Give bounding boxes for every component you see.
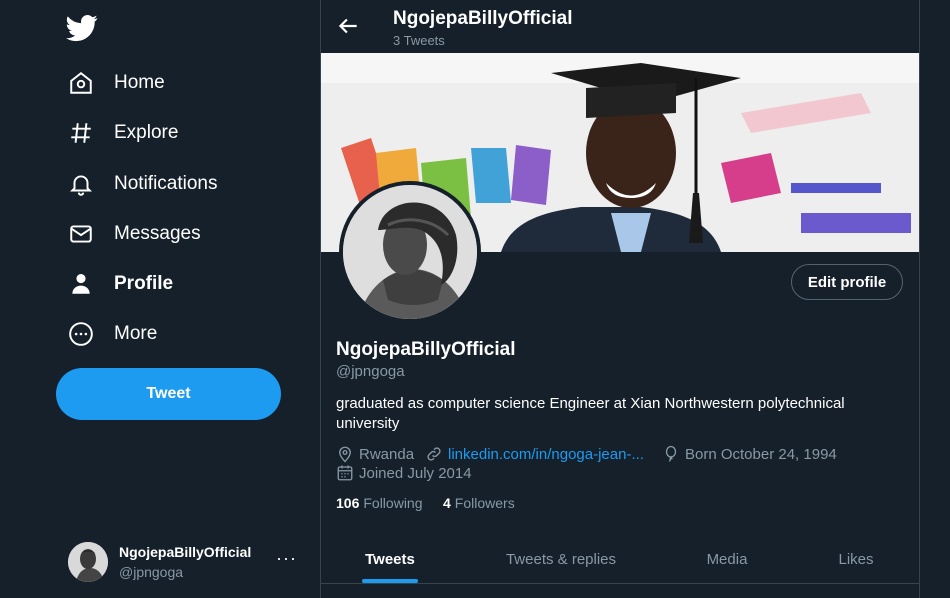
nav-home-label: Home [114,72,165,93]
followers-label: Followers [454,495,515,511]
nav-home[interactable]: Home [66,63,165,103]
website-link[interactable]: linkedin.com/in/ngoga-jean-... [448,446,644,463]
nav-explore[interactable]: Explore [66,113,178,153]
account-switcher[interactable]: NgojepaBillyOfficial @jpngoga ··· [68,540,308,584]
bell-icon [66,169,96,199]
calendar-icon [337,465,353,481]
link-icon [427,447,441,461]
page-title: NgojepaBillyOfficial [393,8,573,29]
nav-messages-label: Messages [114,223,201,244]
account-avatar [68,542,108,582]
nav-notifications-label: Notifications [114,173,218,194]
tab-tweets-label: Tweets [365,551,415,568]
joined-text: Joined July 2014 [359,464,472,482]
person-icon [66,269,96,299]
tab-tweets-replies-label: Tweets & replies [505,551,617,568]
more-circle-icon [66,319,96,349]
followers-link[interactable]: 4 Followers [443,495,515,511]
tab-tweets[interactable]: Tweets [349,536,431,583]
balloon-icon [665,445,677,462]
profile-tabs: Tweets Tweets & replies Media Likes [321,536,919,584]
profile-joined: Joined July 2014 [336,464,472,482]
account-name: NgojepaBillyOfficial [119,544,252,560]
profile-birthday: Born October 24, 1994 [662,445,837,463]
account-more-icon[interactable]: ··· [276,548,297,569]
profile-name: NgojepaBillyOfficial [336,339,516,360]
tab-media[interactable]: Media [691,536,763,583]
location-text: Rwanda [359,445,415,463]
twitter-bird-icon[interactable] [66,12,98,44]
hashtag-icon [66,118,96,148]
birthday-text: Born October 24, 1994 [685,445,837,463]
nav-messages[interactable]: Messages [66,214,201,254]
followers-count: 4 [443,495,451,511]
account-handle: @jpngoga [119,564,184,580]
nav-more[interactable]: More [66,314,157,354]
back-arrow-icon[interactable] [335,13,361,39]
tab-likes-label: Likes [838,551,874,568]
tweet-button[interactable]: Tweet [56,368,281,420]
tweet-count: 3 Tweets [393,33,445,48]
nav-more-label: More [114,323,158,344]
tab-likes[interactable]: Likes [821,536,891,583]
envelope-icon [66,219,96,249]
following-link[interactable]: 106 Following [336,495,423,511]
tab-tweets-replies[interactable]: Tweets & replies [491,536,631,583]
following-count: 106 [336,495,360,511]
left-sidebar: Home Explore Notifications Messages Prof… [0,0,320,598]
profile-header-bar: NgojepaBillyOfficial 3 Tweets [321,0,919,52]
profile-location: Rwanda [336,445,414,463]
location-pin-icon [339,446,351,463]
edit-profile-button[interactable]: Edit profile [791,264,903,300]
profile-column: NgojepaBillyOfficial 3 Tweets Edit profi… [320,0,920,598]
active-tab-indicator [362,579,418,583]
home-icon [66,68,96,98]
profile-website: linkedin.com/in/ngoga-jean-... [425,445,644,463]
nav-notifications[interactable]: Notifications [66,164,218,204]
nav-explore-label: Explore [114,122,179,143]
profile-handle: @jpngoga [336,363,405,380]
tab-media-label: Media [706,551,748,568]
nav-profile-label: Profile [114,273,174,294]
following-label: Following [363,495,423,511]
profile-avatar[interactable] [339,181,481,323]
profile-bio: graduated as computer science Engineer a… [336,395,845,432]
nav-profile[interactable]: Profile [66,264,173,304]
